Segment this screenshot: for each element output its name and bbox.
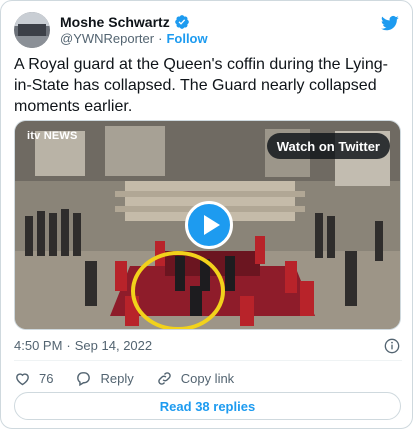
timestamp-separator: · [66,338,71,353]
link-icon [157,371,171,385]
copy-link-label: Copy link [180,370,235,386]
tweet-text: A Royal guard at the Queen's coffin duri… [14,56,388,115]
tweet-header: Moshe Schwartz @YWNReporter · Follow [14,12,402,48]
like-button[interactable]: 76 [14,370,53,387]
verified-badge-icon [174,15,189,29]
copy-link-button[interactable]: Copy link [156,370,234,387]
video-thumbnail[interactable]: itv NEWS Watch on Twitter [14,120,401,330]
read-replies-button[interactable]: Read 38 replies [14,392,401,420]
reply-label: Reply [100,370,134,386]
like-count: 76 [39,370,54,386]
reply-button[interactable]: Reply [75,370,134,387]
play-icon [204,215,220,235]
play-button[interactable] [185,201,233,249]
author-name[interactable]: Moshe Schwartz [60,14,170,30]
divider [14,360,402,361]
follow-link[interactable]: Follow [166,31,207,46]
heart-icon [16,372,29,385]
handle-separator: · [158,31,163,46]
tweet-card: Moshe Schwartz @YWNReporter · Follow A R… [0,0,413,429]
twitter-bird-icon[interactable] [380,14,400,32]
tweet-date: Sep 14, 2022 [74,338,153,353]
info-icon[interactable] [384,338,400,354]
tweet-time: 4:50 PM [14,338,63,353]
action-bar: 76 Reply Copy link [14,369,256,387]
author-handle[interactable]: @YWNReporter [60,31,154,46]
reply-bubble-icon [77,371,91,386]
tweet-timestamp[interactable]: 4:50 PM · Sep 14, 2022 [14,338,152,353]
author-name-row: Moshe Schwartz [60,13,190,31]
watch-on-twitter-button[interactable]: Watch on Twitter [266,133,390,159]
itv-news-watermark: itv NEWS [27,130,78,142]
avatar[interactable] [14,12,50,48]
handle-row: @YWNReporter · Follow [60,31,208,46]
